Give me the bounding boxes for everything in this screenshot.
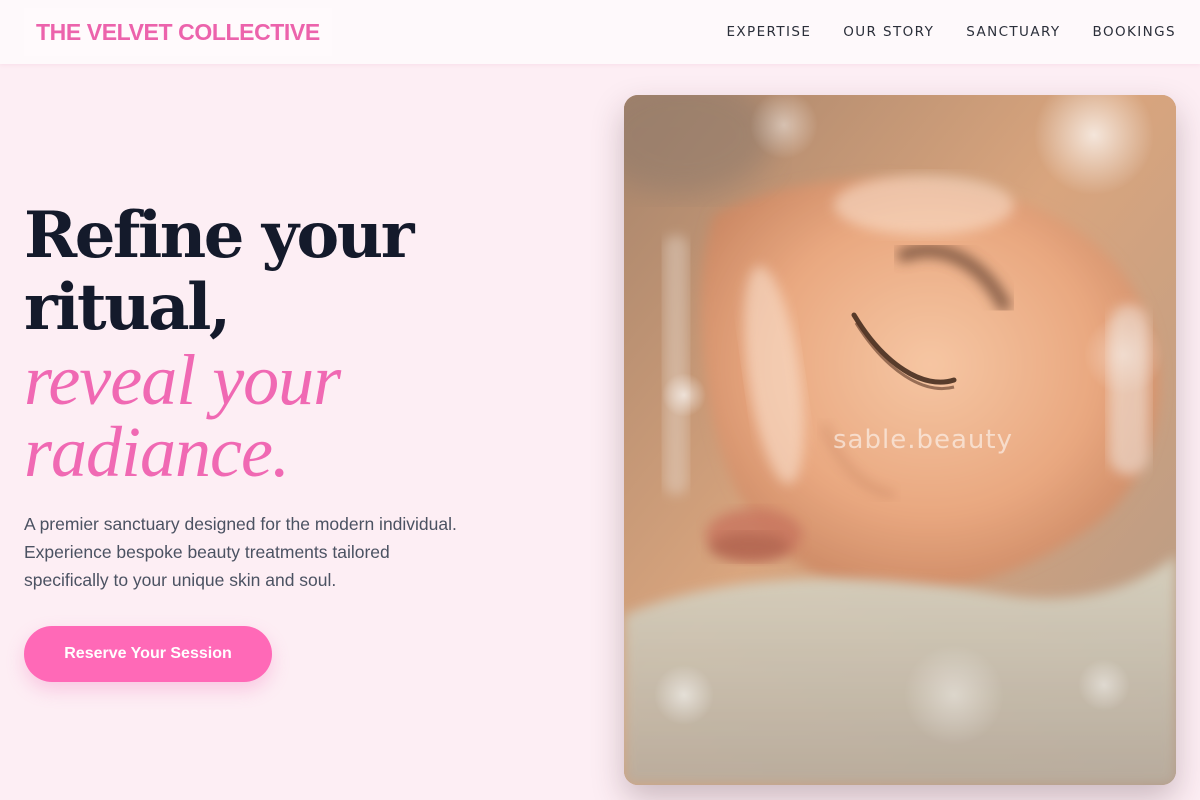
hero-headline: Refine your ritual, reveal your radiance… xyxy=(24,198,564,492)
nav-link-bookings[interactable]: BOOKINGS xyxy=(1093,24,1176,40)
brand-logo[interactable]: THE VELVET COLLECTIVE xyxy=(24,8,332,56)
reserve-session-button[interactable]: Reserve Your Session xyxy=(24,626,272,682)
hero-photo-art xyxy=(624,95,1176,785)
nav-link-expertise[interactable]: EXPERTISE xyxy=(726,24,811,40)
site-header: THE VELVET COLLECTIVE EXPERTISE OUR STOR… xyxy=(0,0,1200,64)
headline-line-1: Refine your xyxy=(24,198,414,273)
nav-link-our-story[interactable]: OUR STORY xyxy=(843,24,934,40)
headline-accent-line-2: radiance. xyxy=(24,412,290,492)
hero-description: A premier sanctuary designed for the mod… xyxy=(24,514,457,590)
headline-accent-line-1: reveal your xyxy=(24,340,341,420)
main-nav: EXPERTISE OUR STORY SANCTUARY BOOKINGS xyxy=(726,0,1176,64)
nav-link-sanctuary[interactable]: SANCTUARY xyxy=(966,24,1060,40)
hero-photo: sable.beauty xyxy=(624,95,1176,785)
headline-line-2: ritual, xyxy=(24,270,231,345)
